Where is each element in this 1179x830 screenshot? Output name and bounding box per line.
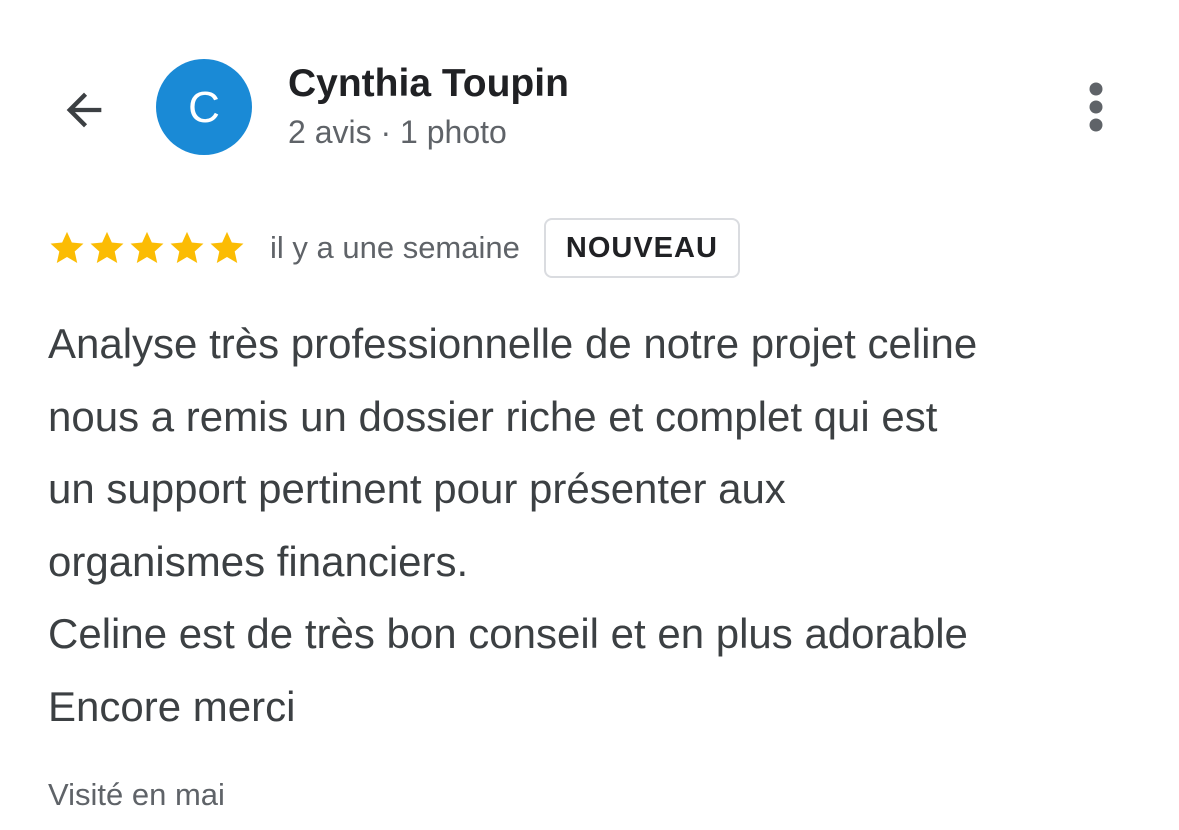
star-icon	[50, 231, 84, 263]
arrow-back-icon	[66, 92, 102, 128]
star-icon	[90, 231, 124, 263]
review-text-line: Encore merci	[48, 682, 296, 730]
review-text-line: Analyse très professionnelle de notre pr…	[48, 320, 978, 367]
review-text: Analyse très professionnelle de notre pr…	[48, 308, 1148, 743]
reviewer-name[interactable]: Cynthia Toupin	[288, 62, 569, 106]
new-badge: NOUVEAU	[543, 218, 740, 278]
more-options-button[interactable]	[1070, 76, 1122, 138]
review-date: il y a une semaine	[270, 230, 520, 265]
rating-row: il y a une semaine NOUVEAU	[48, 216, 740, 280]
back-button[interactable]	[52, 78, 116, 142]
reviewer-stats: 2 avis · 1 photo	[288, 114, 507, 150]
star-icon	[170, 231, 204, 263]
star-icon	[210, 231, 244, 263]
more-vert-icon	[1089, 82, 1103, 132]
visited-date: Visité en mai	[48, 777, 225, 812]
review-text-line: Celine est de très bon conseil et en plu…	[48, 610, 968, 657]
review-text-line: nous a remis un dossier riche et complet…	[48, 392, 938, 440]
review-text-line: organismes financiers.	[48, 537, 469, 585]
avatar[interactable]: C	[156, 59, 252, 155]
review-text-line: un support pertinent pour présenter aux	[48, 465, 786, 512]
star-rating	[48, 229, 246, 267]
star-icon	[130, 231, 164, 263]
